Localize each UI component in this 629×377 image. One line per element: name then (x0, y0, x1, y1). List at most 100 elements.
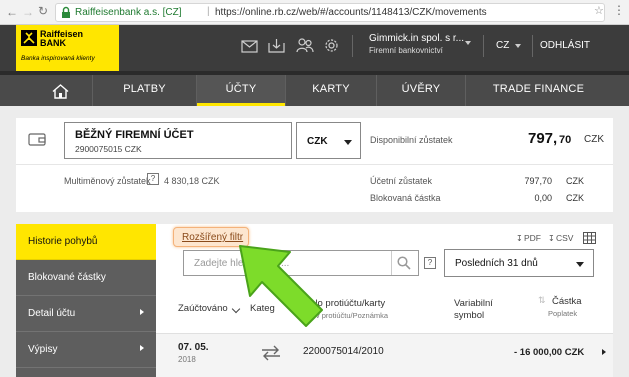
available-balance-label: Disponibilní zůstatek (370, 135, 453, 145)
header-divider (352, 35, 353, 57)
company-selector[interactable]: Gimmick.in spol. s r... Firemní bankovni… (369, 32, 474, 62)
account-name: BĚŽNÝ FIREMNÍ ÚČET (75, 129, 194, 141)
sort-icon[interactable]: ⇅ (538, 295, 546, 305)
currency-label: CZK (307, 136, 328, 147)
site-identity: Raiffeisenbank a.s. [CZ] (75, 7, 182, 18)
menu-dots-icon[interactable]: ⋮ (613, 3, 625, 17)
url-field[interactable]: Raiffeisenbank a.s. [CZ] | https://onlin… (55, 3, 605, 22)
table-header: Zaúčtováno Kateg íslo protiúčtu/karty ze… (156, 289, 613, 333)
chevron-down-icon (465, 41, 471, 45)
info-icon[interactable]: ? (147, 173, 159, 185)
available-balance-currency: CZK (584, 134, 604, 145)
table-row[interactable]: 07. 05. 2018 2200075014/2010 - 16 000,00… (156, 334, 613, 377)
nav-platby-label: PLATBY (123, 83, 166, 95)
home-icon (52, 82, 69, 99)
chevron-down-icon (515, 44, 521, 48)
language-selector[interactable]: CZ (496, 40, 526, 54)
company-name: Gimmick.in spol. s r... (369, 33, 465, 44)
sidebar-item-vypisy[interactable]: Výpisy (16, 332, 156, 368)
sidebar-item-detail[interactable]: Detail účtu (16, 296, 156, 332)
column-header-fee: Poplatek (548, 309, 578, 318)
blocked-amount-value: 0,00 (534, 193, 552, 203)
logout-link[interactable]: ODHLÁSIT (540, 40, 590, 52)
people-icon[interactable] (296, 38, 314, 53)
multicurrency-value: 4 830,18 CZK (164, 176, 220, 186)
transfer-arrows-icon (261, 345, 281, 361)
column-header-variable-symbol-2: symbol (454, 310, 485, 321)
chevron-down-icon (576, 262, 584, 267)
account-number: 2900075015 CZK (75, 144, 142, 154)
table-view-icon[interactable] (583, 231, 596, 244)
gear-icon[interactable] (324, 38, 339, 53)
nav-trade-finance[interactable]: TRADE FINANCE (466, 75, 611, 106)
column-header-variable-symbol[interactable]: Variabilní (454, 298, 493, 309)
logo-text-2: BANK (40, 38, 66, 48)
blocked-amount-label: Blokovaná částka (370, 193, 441, 203)
row-counterparty: 2200075014/2010 (303, 346, 384, 357)
mail-icon[interactable] (241, 40, 258, 53)
column-header-date[interactable]: Zaúčtováno (178, 303, 228, 314)
available-balance-int: 797, (528, 130, 558, 147)
row-amount: - 16 000,00 CZK (514, 347, 585, 358)
back-arrow-icon[interactable]: ← (6, 5, 18, 19)
column-header-amount[interactable]: Částka (552, 296, 582, 307)
lock-icon (60, 6, 72, 19)
row-date: 07. 05. (178, 342, 209, 353)
download-icon: ↧ (516, 234, 523, 243)
logo-tagline: Banka inspirovaná klienty (21, 55, 95, 62)
nav-platby[interactable]: PLATBY (93, 75, 196, 106)
period-select[interactable]: Posledních 31 dnů (444, 249, 594, 277)
chevron-down-icon (344, 140, 352, 145)
chevron-right-icon (140, 345, 144, 351)
sidebar-item-historie[interactable]: Historie pohybů (16, 224, 156, 260)
sidebar-item-label: Výpisy (28, 344, 58, 355)
download-tray-icon[interactable] (268, 38, 285, 53)
row-year: 2018 (178, 355, 196, 364)
available-balance-dec: 70 (559, 134, 572, 146)
nav-ucty-label: ÚČTY (225, 83, 257, 95)
company-subtitle: Firemní bankovnictví (369, 46, 443, 55)
header-divider (483, 35, 484, 57)
url-separator: | (207, 6, 210, 17)
wallet-icon (28, 132, 46, 146)
forward-arrow-icon[interactable]: → (22, 5, 34, 19)
export-csv-label: CSV (556, 233, 574, 243)
logo-mark-icon (21, 30, 37, 46)
sidebar-item-label: Blokované částky (28, 272, 106, 283)
multicurrency-label: Multiměnový zůstatek (64, 176, 151, 186)
account-panel: BĚŽNÝ FIREMNÍ ÚČET 2900075015 CZK CZK Di… (16, 118, 613, 212)
export-pdf-label: PDF (524, 233, 541, 243)
book-balance-currency: CZK (566, 176, 584, 186)
download-icon: ↧ (548, 234, 555, 243)
nav-trade-finance-label: TRADE FINANCE (492, 83, 585, 95)
nav-uvery[interactable]: ÚVĚRY (377, 75, 465, 106)
pointer-arrow-icon (239, 245, 323, 327)
chevron-right-icon (140, 309, 144, 315)
book-balance-value: 797,70 (524, 176, 552, 186)
url-text: https://online.rb.cz/web/#/accounts/1148… (215, 7, 487, 18)
currency-select[interactable]: CZK (296, 122, 361, 159)
account-sidebar: Historie pohybů Blokované částky Detail … (16, 224, 156, 377)
period-label: Posledních 31 dnů (455, 258, 538, 269)
blocked-amount-currency: CZK (566, 193, 584, 203)
main-navigation: PLATBY ÚČTY KARTY ÚVĚRY TRADE FINANCE (0, 75, 629, 106)
account-selector[interactable]: BĚŽNÝ FIREMNÍ ÚČET 2900075015 CZK (64, 122, 292, 159)
nav-home[interactable] (30, 75, 92, 106)
nav-karty-label: KARTY (312, 83, 350, 95)
raiffeisen-logo[interactable]: Raiffeisen BANK Banka inspirovaná klient… (16, 25, 119, 71)
reload-icon[interactable]: ↻ (38, 4, 48, 18)
nav-ucty[interactable]: ÚČTY (197, 75, 285, 106)
help-icon[interactable]: ? (424, 257, 436, 269)
sidebar-item-blokovane[interactable]: Blokované částky (16, 260, 156, 296)
browser-address-bar: ← → ↻ Raiffeisenbank a.s. [CZ] | https:/… (0, 0, 629, 25)
nav-karty[interactable]: KARTY (286, 75, 376, 106)
search-divider (391, 251, 392, 275)
sidebar-item-label: Historie pohybů (28, 236, 98, 247)
nav-uvery-label: ÚVĚRY (401, 83, 441, 95)
chevron-right-icon[interactable] (602, 349, 606, 355)
book-balance-label: Účetní zůstatek (370, 176, 433, 186)
header-divider (532, 35, 533, 57)
search-icon[interactable] (397, 256, 411, 270)
panel-divider (16, 164, 613, 165)
bookmark-star-icon[interactable]: ☆ (594, 5, 604, 17)
